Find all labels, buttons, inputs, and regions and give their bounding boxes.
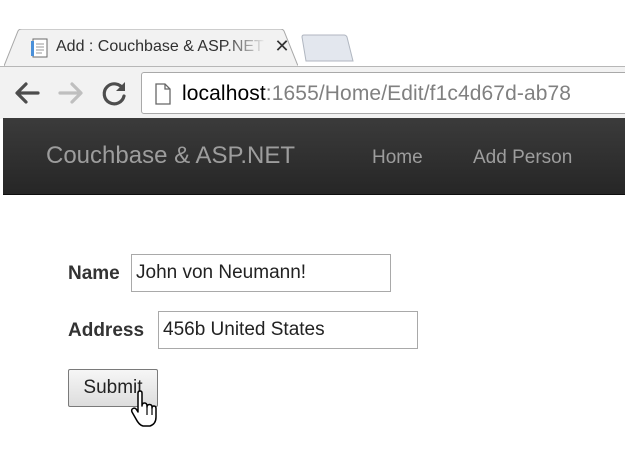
tab-title: Add : Couchbase & ASP.NET xyxy=(56,38,264,55)
address-input[interactable] xyxy=(158,311,418,349)
url-text: localhost:1655/Home/Edit/f1c4d67d-ab78 xyxy=(182,82,571,106)
reload-icon[interactable] xyxy=(100,79,130,107)
name-input[interactable] xyxy=(131,254,391,292)
new-tab-button[interactable] xyxy=(300,34,356,62)
forward-arrow-icon[interactable] xyxy=(56,79,86,107)
nav-link-home[interactable]: Home xyxy=(372,147,423,169)
back-arrow-icon[interactable] xyxy=(12,79,42,107)
close-icon[interactable]: ✕ xyxy=(272,35,292,57)
page-icon xyxy=(155,83,171,105)
brand-link[interactable]: Couchbase & ASP.NET xyxy=(46,142,295,170)
address-label: Address xyxy=(68,320,145,341)
address-bar[interactable]: localhost:1655/Home/Edit/f1c4d67d-ab78 xyxy=(141,72,625,114)
name-label: Name xyxy=(68,263,120,284)
browser-tab[interactable]: Add : Couchbase & ASP.NET ✕ xyxy=(4,29,298,66)
hand-cursor-icon xyxy=(130,390,157,427)
url-host: localhost xyxy=(182,82,266,105)
browser-tabstrip: Add : Couchbase & ASP.NET ✕ xyxy=(0,0,625,66)
site-navbar: Couchbase & ASP.NET Home Add Person xyxy=(3,118,625,195)
url-path: :1655/Home/Edit/f1c4d67d-ab78 xyxy=(265,82,572,105)
browser-toolbar: localhost:1655/Home/Edit/f1c4d67d-ab78 xyxy=(0,66,625,119)
nav-link-add-person[interactable]: Add Person xyxy=(473,147,572,169)
document-icon xyxy=(31,38,48,58)
